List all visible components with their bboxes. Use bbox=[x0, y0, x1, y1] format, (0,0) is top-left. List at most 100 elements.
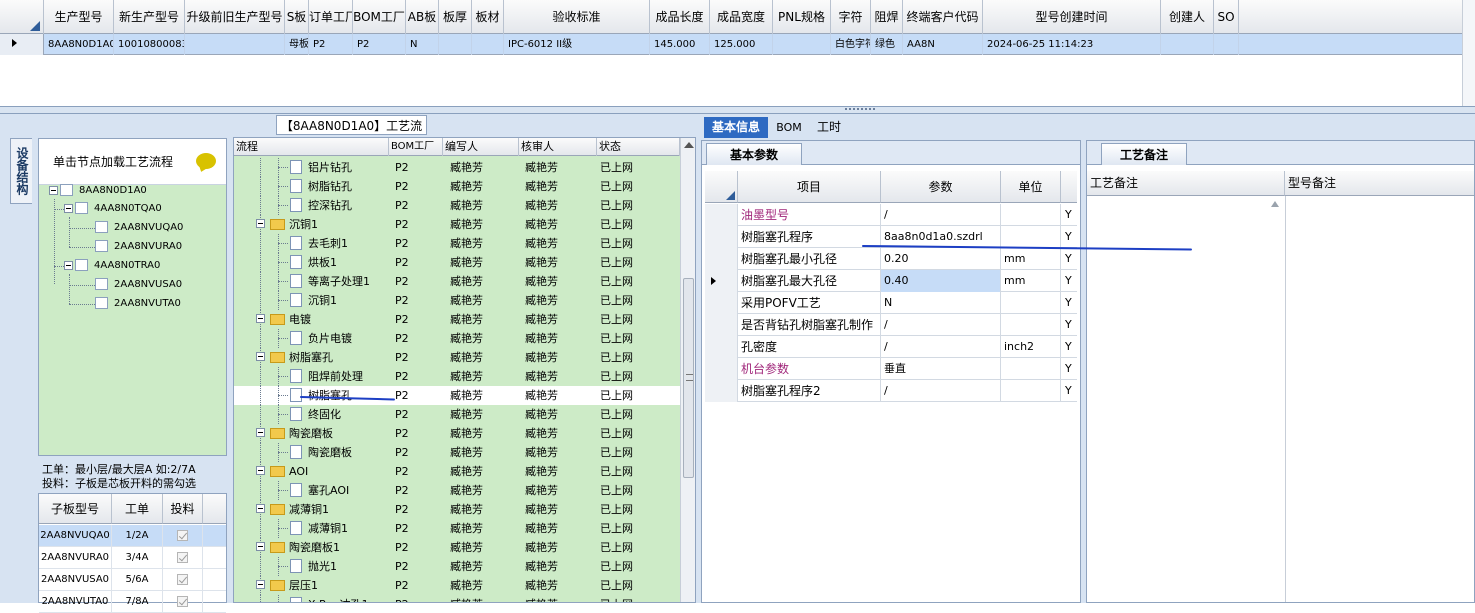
col-header-17[interactable]: 创建人 bbox=[1161, 0, 1214, 34]
param-row[interactable]: 树脂塞孔最大孔径 0.40 mm Y bbox=[705, 270, 1077, 292]
tab-basic-params[interactable]: 基本参数 bbox=[706, 143, 802, 165]
col-header-12[interactable]: PNL规格 bbox=[773, 0, 831, 34]
process-step-name[interactable]: 控深钻孔 bbox=[290, 196, 352, 215]
collapse-icon[interactable] bbox=[256, 314, 265, 323]
sub-feed-cell[interactable] bbox=[163, 591, 203, 613]
process-step-name[interactable]: 塞孔AOI bbox=[290, 481, 349, 500]
collapse-icon[interactable] bbox=[49, 185, 58, 195]
sub-feed-cell[interactable] bbox=[163, 525, 203, 547]
param-row[interactable]: 油墨型号 / Y bbox=[705, 204, 1077, 226]
sub-feed-cell[interactable] bbox=[163, 569, 203, 591]
process-row[interactable]: 终固化 P2 臧艳芳 臧艳芳 已上网 bbox=[234, 405, 680, 424]
process-step-name[interactable]: 去毛刺1 bbox=[290, 234, 348, 253]
col-writer[interactable]: 编写人 bbox=[443, 138, 519, 156]
process-step-name[interactable]: X-Ray冲孔1 bbox=[290, 595, 369, 602]
col-model-remark[interactable]: 型号备注 bbox=[1285, 171, 1474, 196]
cell-17[interactable] bbox=[1161, 34, 1214, 55]
cell-15[interactable]: AA8N bbox=[903, 34, 983, 55]
collapse-icon[interactable] bbox=[256, 504, 265, 513]
cell-2[interactable] bbox=[185, 34, 285, 55]
param-row[interactable]: 孔密度 / inch2 Y bbox=[705, 336, 1077, 358]
process-row[interactable]: 减薄铜1 P2 臧艳芳 臧艳芳 已上网 bbox=[234, 500, 680, 519]
sub-grid-row[interactable]: 2AA8NVUSA0 5/6A bbox=[39, 569, 226, 591]
process-step-name[interactable]: 沉铜1 bbox=[270, 215, 318, 234]
scroll-up-icon[interactable] bbox=[684, 142, 694, 148]
process-row[interactable]: 陶瓷磨板 P2 臧艳芳 臧艳芳 已上网 bbox=[234, 443, 680, 462]
process-step-name[interactable]: 抛光1 bbox=[290, 557, 337, 576]
process-step-name[interactable]: 减薄铜1 bbox=[270, 500, 329, 519]
process-row[interactable]: 树脂塞孔 P2 臧艳芳 臧艳芳 已上网 bbox=[234, 348, 680, 367]
checkbox-checked-icon[interactable] bbox=[177, 529, 188, 541]
sub-model-cell[interactable]: 2AA8NVURA0 bbox=[39, 547, 112, 569]
param-row[interactable]: 机台参数 垂直 Y bbox=[705, 358, 1077, 380]
checkbox-checked-icon[interactable] bbox=[177, 595, 188, 607]
sub-order-cell[interactable]: 3/4A bbox=[112, 547, 163, 569]
param-row[interactable]: 树脂塞孔最小孔径 0.20 mm Y bbox=[705, 248, 1077, 270]
process-row[interactable]: 负片电镀 P2 臧艳芳 臧艳芳 已上网 bbox=[234, 329, 680, 348]
col-header-1[interactable]: 新生产型号 bbox=[114, 0, 185, 34]
param-value[interactable]: / bbox=[881, 336, 1001, 358]
col-param[interactable]: 参数 bbox=[881, 171, 1001, 203]
col-header-2[interactable]: 升级前旧生产型号 bbox=[185, 0, 285, 34]
model-grid-scrollbar[interactable] bbox=[1462, 0, 1475, 106]
process-row[interactable]: X-Ray冲孔1 P2 臧艳芳 臧艳芳 已上网 bbox=[234, 595, 680, 602]
sub-model-cell[interactable]: 2AA8NVUTA0 bbox=[39, 591, 112, 613]
sub-order-cell[interactable]: 7/8A bbox=[112, 591, 163, 613]
process-step-name[interactable]: 负片电镀 bbox=[290, 329, 352, 348]
cell-6[interactable]: N bbox=[406, 34, 439, 55]
col-header-11[interactable]: 成品宽度 bbox=[710, 0, 773, 34]
process-step-name[interactable]: 树脂塞孔 bbox=[270, 348, 333, 367]
process-step-name[interactable]: 层压1 bbox=[270, 576, 318, 595]
param-value[interactable]: / bbox=[881, 204, 1001, 226]
collapse-icon[interactable] bbox=[64, 203, 73, 213]
process-step-name[interactable]: 沉铜1 bbox=[290, 291, 337, 310]
horizontal-splitter[interactable] bbox=[0, 106, 1475, 114]
col-header-5[interactable]: BOM工厂 bbox=[353, 0, 406, 34]
col-header-0[interactable]: 生产型号 bbox=[44, 0, 114, 34]
tab-process-remarks[interactable]: 工艺备注 bbox=[1101, 143, 1187, 165]
col-bom-factory[interactable]: BOM工厂 bbox=[389, 138, 443, 156]
process-row[interactable]: 塞孔AOI P2 臧艳芳 臧艳芳 已上网 bbox=[234, 481, 680, 500]
process-row[interactable]: 沉铜1 P2 臧艳芳 臧艳芳 已上网 bbox=[234, 215, 680, 234]
cell-4[interactable]: P2 bbox=[309, 34, 353, 55]
param-value[interactable]: 垂直 bbox=[881, 358, 1001, 380]
col-flow[interactable]: 流程 bbox=[234, 138, 389, 156]
remark-scroll-up-icon[interactable] bbox=[1271, 201, 1279, 207]
col-header-13[interactable]: 字符 bbox=[831, 0, 871, 34]
param-row[interactable]: 采用POFV工艺 N Y bbox=[705, 292, 1077, 314]
param-row[interactable]: 是否背钻孔树脂塞孔制作 / Y bbox=[705, 314, 1077, 336]
cell-3[interactable]: 母板 bbox=[285, 34, 309, 55]
col-header-3[interactable]: S板 bbox=[285, 0, 309, 34]
collapse-icon[interactable] bbox=[256, 428, 265, 437]
sub-feed-cell[interactable] bbox=[163, 547, 203, 569]
sub-model-cell[interactable]: 2AA8NVUQA0 bbox=[39, 525, 112, 547]
sub-col-model[interactable]: 子板型号 bbox=[39, 494, 112, 524]
col-header-15[interactable]: 终端客户代码 bbox=[903, 0, 983, 34]
tab-basic-info[interactable]: 基本信息 bbox=[704, 117, 768, 138]
process-step-name[interactable]: 减薄铜1 bbox=[290, 519, 348, 538]
col-header-9[interactable]: 验收标准 bbox=[504, 0, 650, 34]
process-row[interactable]: 抛光1 P2 臧艳芳 臧艳芳 已上网 bbox=[234, 557, 680, 576]
checkbox-checked-icon[interactable] bbox=[177, 551, 188, 563]
cell-7[interactable] bbox=[439, 34, 472, 55]
tree-node-leaf[interactable]: 2AA8NVUSA0 bbox=[95, 277, 182, 293]
process-row[interactable]: 控深钻孔 P2 臧艳芳 臧艳芳 已上网 bbox=[234, 196, 680, 215]
tab-bom[interactable]: BOM bbox=[771, 117, 807, 138]
model-grid-row-selected[interactable]: 8AA8N0D1A010010800083552母板P2P2NIPC-6012 … bbox=[0, 34, 1475, 55]
process-row[interactable]: 等离子处理1 P2 臧艳芳 臧艳芳 已上网 bbox=[234, 272, 680, 291]
process-row[interactable]: 树脂钻孔 P2 臧艳芳 臧艳芳 已上网 bbox=[234, 177, 680, 196]
tree-node-leaf[interactable]: 2AA8NVURA0 bbox=[95, 239, 182, 255]
param-row[interactable]: 树脂塞孔程序2/ Y bbox=[705, 380, 1077, 402]
process-step-name[interactable]: 终固化 bbox=[290, 405, 341, 424]
param-value[interactable]: / bbox=[881, 380, 1001, 402]
col-unit[interactable]: 单位 bbox=[1001, 171, 1061, 203]
col-reviewer[interactable]: 核审人 bbox=[519, 138, 597, 156]
col-item[interactable]: 项目 bbox=[738, 171, 881, 203]
tab-labor-hours[interactable]: 工时 bbox=[811, 117, 847, 138]
col-header-16[interactable]: 型号创建时间 bbox=[983, 0, 1161, 34]
tree-node-group-0[interactable]: 4AA8N0TQA0 bbox=[64, 201, 162, 217]
col-header-10[interactable]: 成品长度 bbox=[650, 0, 710, 34]
sub-grid-row[interactable]: 2AA8NVURA0 3/4A bbox=[39, 547, 226, 569]
param-value[interactable]: 0.20 bbox=[881, 248, 1001, 270]
sub-order-cell[interactable]: 5/6A bbox=[112, 569, 163, 591]
